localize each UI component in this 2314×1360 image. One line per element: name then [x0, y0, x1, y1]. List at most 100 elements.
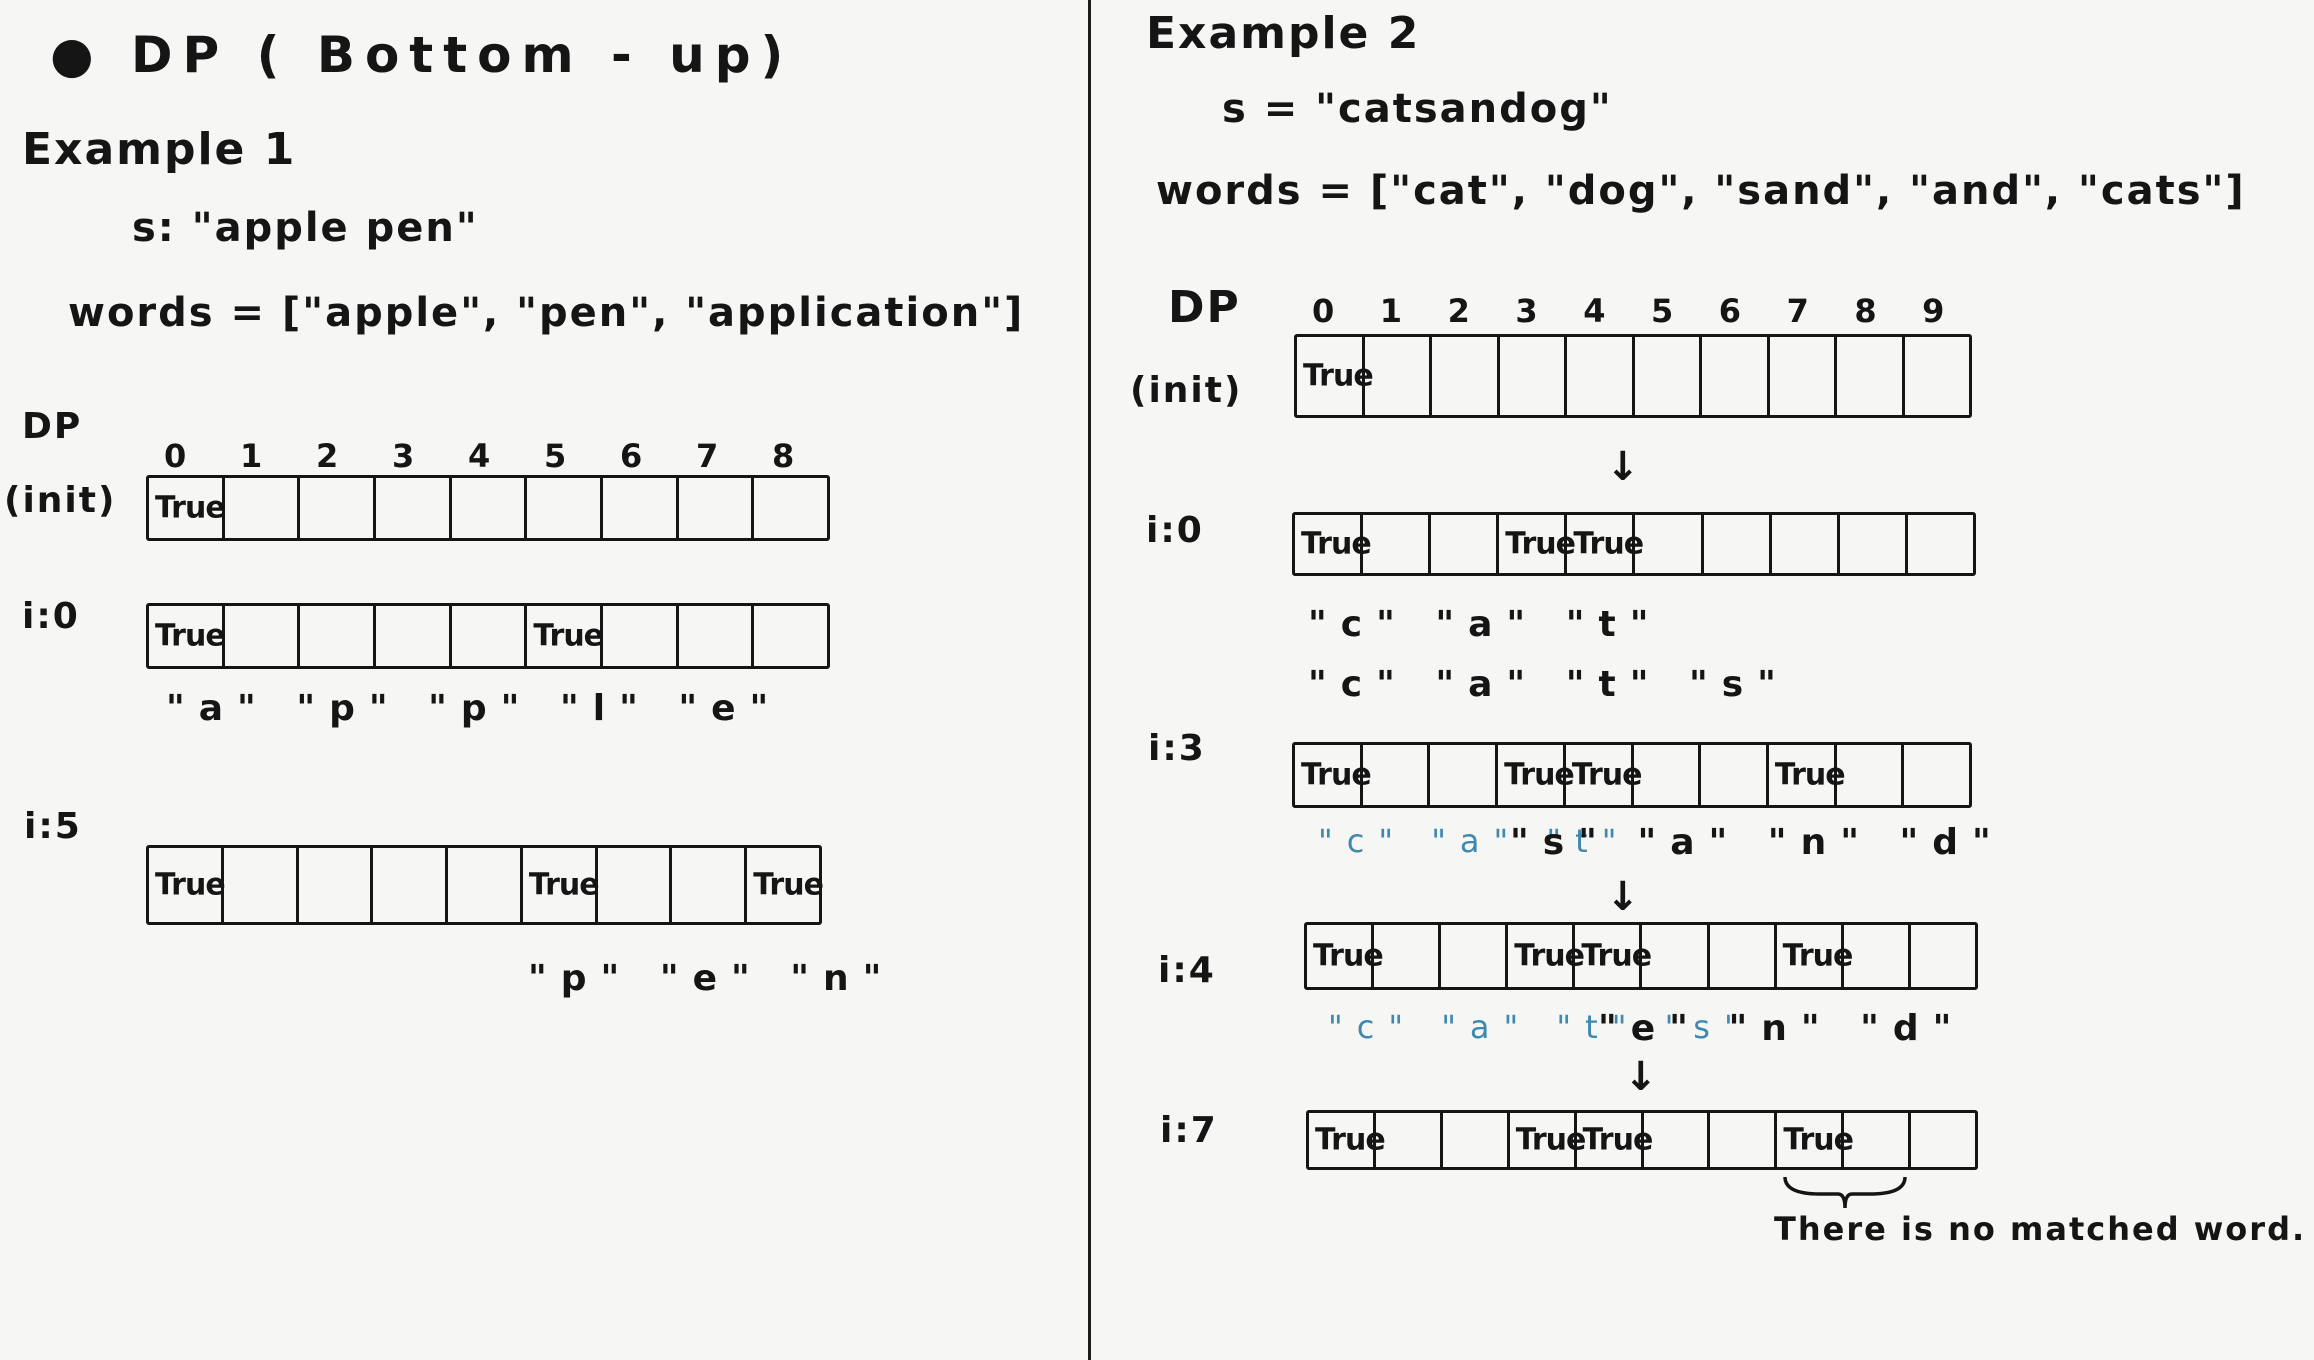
index-row-right: 0 1 2 3 4 5 6 7 8 9 [1294, 292, 1972, 330]
init-label: (init) [4, 480, 117, 521]
dp-cell: True [1567, 515, 1644, 573]
dp-cell [1644, 1113, 1711, 1167]
dp-cell: True [149, 606, 226, 666]
dp-cell [1500, 337, 1567, 415]
dp-cell [448, 848, 523, 922]
index-label: 2 [1447, 292, 1472, 330]
dp-cell [672, 848, 748, 922]
dp-cell: True [1307, 925, 1384, 987]
matched-chars: "e" "n" "d" [1598, 1008, 1966, 1049]
dp-cell [1905, 337, 1970, 415]
dp-cell [598, 848, 673, 922]
dp-array-step-4: True True True True [1304, 922, 1978, 990]
brace-icon [1783, 1176, 1907, 1209]
dp-cell: True [1297, 337, 1374, 415]
init-label: (init) [1130, 370, 1243, 411]
dp-array-step-3: True True True True [1292, 742, 1972, 808]
dp-array-step-0: True True True [1292, 512, 1976, 576]
index-label: 4 [468, 437, 493, 475]
dp-cell [679, 478, 755, 538]
page-divider [1088, 0, 1091, 1360]
page-title: ● DP ( Bottom - up) [50, 26, 794, 84]
dp-array-init: True [146, 475, 830, 541]
index-label: 2 [316, 437, 341, 475]
example-2-string: s = "catsandog" [1222, 86, 1613, 132]
dp-cell: True [1295, 515, 1372, 573]
down-arrow-icon: ↓ [1606, 444, 1642, 490]
matched-chars: "c" "a" "t" "s" [1308, 664, 1790, 705]
dp-array-step-0: True True [146, 603, 830, 669]
dp-cell [299, 848, 374, 922]
dp-cell [754, 478, 827, 538]
matched-chars: "a" "p" "p" "l" "e" [166, 688, 783, 729]
example-1-string: s: "apple pen" [132, 205, 479, 251]
dp-cell: True [1577, 1113, 1653, 1167]
dp-cell [1634, 745, 1702, 805]
dp-cell [1363, 515, 1432, 573]
dp-cell [1441, 925, 1509, 987]
dp-cell: True [1309, 1113, 1386, 1167]
dp-cell: True [1510, 1113, 1586, 1167]
dp-cell [1710, 925, 1777, 987]
dp-cell [1701, 745, 1769, 805]
dp-cell [225, 478, 301, 538]
dp-cell [1908, 515, 1973, 573]
index-label: 6 [620, 437, 645, 475]
dp-cell [1702, 337, 1770, 415]
dp-cell [1840, 515, 1908, 573]
index-label: 7 [1786, 292, 1811, 330]
example-1-words: words = ["apple", "pen", "application"] [68, 290, 1025, 336]
step-label: i:3 [1148, 728, 1206, 769]
dp-cell: True [149, 478, 226, 538]
dp-cell [1443, 1113, 1510, 1167]
dp-cell: True [523, 848, 600, 922]
dp-cell [1363, 745, 1431, 805]
dp-cell [603, 606, 679, 666]
index-label: 1 [240, 437, 265, 475]
dp-cell [1432, 337, 1500, 415]
step-label: i:0 [22, 596, 80, 637]
example-2-words: words = ["cat", "dog", "sand", "and", "c… [1156, 168, 2246, 214]
index-row-left: 0 1 2 3 4 5 6 7 8 [146, 437, 830, 475]
dp-label: DP [1168, 282, 1241, 333]
no-match-note: There is no matched word. [1774, 1210, 2307, 1248]
step-label: i:0 [1146, 510, 1204, 551]
dp-cell [1704, 515, 1772, 573]
dp-array-step-5: True True True [146, 845, 824, 925]
index-label: 8 [1854, 292, 1879, 330]
dp-cell [679, 606, 755, 666]
matched-chars: "c" "a" "t" [1308, 604, 1663, 645]
index-label: 1 [1379, 292, 1405, 330]
dp-label: DP [22, 406, 83, 447]
down-arrow-icon: ↓ [1606, 874, 1642, 920]
dp-cell [1844, 1113, 1912, 1167]
dp-cell [1837, 337, 1905, 415]
dp-cell [1635, 515, 1704, 573]
dp-cell [1365, 337, 1432, 415]
dp-cell [1431, 515, 1500, 573]
dp-cell [1770, 337, 1837, 415]
index-label: 9 [1922, 292, 1947, 330]
dp-cell: True [1566, 745, 1642, 805]
dp-cell [1376, 1113, 1443, 1167]
dp-cell [754, 606, 827, 666]
index-label: 5 [1650, 292, 1676, 330]
dp-cell: True [1575, 925, 1652, 987]
dp-cell [1837, 745, 1905, 805]
index-label: 8 [772, 437, 797, 475]
dp-cell: True [1508, 925, 1585, 987]
dp-cell [452, 606, 528, 666]
index-label: 6 [1718, 292, 1744, 330]
index-label: 5 [544, 437, 569, 475]
dp-cell [452, 478, 528, 538]
dp-cell [1911, 1113, 1975, 1167]
step-label: i:7 [1160, 1110, 1218, 1151]
index-label: 4 [1583, 292, 1608, 330]
dp-cell: True [1769, 745, 1846, 805]
dp-cell: True [1295, 745, 1372, 805]
matched-chars: "p" "e" "n" [528, 958, 896, 999]
dp-cell [1374, 925, 1442, 987]
index-label: 7 [696, 437, 721, 475]
dp-cell [1904, 745, 1969, 805]
dp-cell [224, 848, 299, 922]
